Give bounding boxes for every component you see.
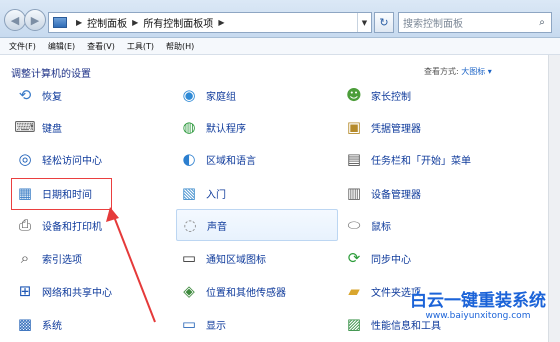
item-label: 键盘 [42,123,62,135]
menu-file[interactable]: 文件(F) [9,41,36,52]
refresh-icon: ↻ [379,16,389,29]
item-label: 位置和其他传感器 [206,287,286,299]
breadcrumb-separator-icon: ▶ [218,18,225,27]
printer-icon: ⎙ [18,216,31,234]
item-label: 网络和共享中心 [42,287,112,299]
view-by-label: 查看方式: [424,67,459,76]
performance-icon: ▨ [346,315,362,333]
speaker-icon: ◌ [183,216,197,234]
item-devices-printers[interactable]: ⎙ 设备和打印机 [14,210,102,240]
item-label: 任务栏和「开始」菜单 [371,155,471,167]
taskbar-icon: ▤ [346,150,362,168]
item-mouse[interactable]: ⬭ 鼠标 [343,210,391,240]
back-arrow-icon: ◀ [10,13,20,27]
item-keyboard[interactable]: ⌨ 键盘 [14,112,62,142]
item-display[interactable]: ▭ 显示 [178,309,226,339]
item-label: 通知区域图标 [206,254,266,266]
item-notification-icons[interactable]: ▭ 通知区域图标 [178,243,266,273]
folder-options-icon: ▰ [348,282,360,300]
menu-tools[interactable]: 工具(T) [127,41,154,52]
item-label: 区域和语言 [206,155,256,167]
menu-view[interactable]: 查看(V) [87,41,115,52]
item-default-programs[interactable]: ◍ 默认程序 [178,112,246,142]
display-icon: ▭ [181,315,197,333]
item-label: 轻松访问中心 [42,155,102,167]
network-icon: ⊞ [18,282,32,300]
breadcrumb-all-items[interactable]: 所有控制面板项 [143,15,213,30]
item-label: 默认程序 [206,123,246,135]
sensors-icon: ◈ [183,282,195,300]
item-label: 设备和打印机 [42,221,102,233]
recovery-icon: ⟲ [18,86,32,104]
watermark-url: www.baiyunxitong.com [425,311,531,321]
device-manager-icon: ▥ [346,184,362,202]
ease-of-access-icon: ◎ [18,150,32,168]
view-by: 查看方式: 大图标 ▾ [424,66,492,77]
search-placeholder: 搜索控制面板 [403,19,463,30]
breadcrumb-control-panel[interactable]: 控制面板 [87,15,127,30]
getting-started-icon: ▧ [181,184,197,202]
back-button[interactable]: ◀ [4,9,26,31]
item-sync-center[interactable]: ⟳ 同步中心 [343,243,411,273]
search-icon[interactable]: ⌕ [533,13,551,32]
item-label: 显示 [206,320,226,332]
default-programs-icon: ◍ [182,118,196,136]
homegroup-icon: ◉ [182,86,196,104]
globe-icon: ◐ [182,150,196,168]
item-getting-started[interactable]: ▧ 入门 [178,178,226,208]
item-label: 入门 [206,189,226,201]
forward-arrow-icon: ▶ [30,13,40,27]
control-panel-icon [53,17,67,28]
item-label: 凭据管理器 [371,123,421,135]
item-network-sharing[interactable]: ⊞ 网络和共享中心 [14,276,112,306]
item-label: 家庭组 [206,91,236,103]
item-region-language[interactable]: ◐ 区域和语言 [178,144,256,174]
item-sound[interactable]: ◌ 声音 [176,209,338,241]
menu-edit[interactable]: 编辑(E) [48,41,75,52]
item-location-sensors[interactable]: ◈ 位置和其他传感器 [178,276,286,306]
item-indexing-options[interactable]: ⌕ 索引选项 [14,243,82,273]
address-bar-area: ◀ ▶ ▶ 控制面板 ▶ 所有控制面板项 ▶ ▼ ↻ 搜索控制面板 ⌕ [0,0,560,38]
address-box[interactable]: ▶ 控制面板 ▶ 所有控制面板项 ▶ ▼ [48,12,372,33]
credential-manager-icon: ▣ [346,118,362,136]
item-taskbar-start-menu[interactable]: ▤ 任务栏和「开始」菜单 [343,144,471,174]
menu-bar: 文件(F) 编辑(E) 查看(V) 工具(T) 帮助(H) [0,38,560,55]
item-label: 设备管理器 [371,189,421,201]
menu-help[interactable]: 帮助(H) [166,41,194,52]
item-credential-manager[interactable]: ▣ 凭据管理器 [343,112,421,142]
notification-icons-icon: ▭ [181,249,197,267]
item-recovery[interactable]: ⟲ 恢复 [14,80,62,110]
view-by-dropdown[interactable]: 大图标 ▾ [461,67,492,76]
item-parental-controls[interactable]: ☻ 家长控制 [343,80,411,110]
parental-controls-icon: ☻ [346,86,362,104]
search-input[interactable]: 搜索控制面板 ⌕ [398,12,552,33]
breadcrumb-separator-icon: ▶ [76,18,83,27]
page-title: 调整计算机的设置 [11,69,91,80]
refresh-button[interactable]: ↻ [374,12,394,33]
keyboard-icon: ⌨ [14,118,36,136]
item-label: 鼠标 [371,221,391,233]
item-homegroup[interactable]: ◉ 家庭组 [178,80,236,110]
breadcrumb-separator-icon: ▶ [132,18,139,27]
indexing-icon: ⌕ [20,249,30,267]
forward-button[interactable]: ▶ [24,9,46,31]
item-label: 索引选项 [42,254,82,266]
highlight-box [11,178,112,210]
item-system[interactable]: ▩ 系统 [14,309,62,339]
item-ease-of-access[interactable]: ◎ 轻松访问中心 [14,144,102,174]
mouse-icon: ⬭ [347,216,361,234]
watermark: 白云一键重装系统 www.baiyunxitong.com [398,286,558,321]
sync-icon: ⟳ [347,249,361,267]
item-label: 同步中心 [371,254,411,266]
item-device-manager[interactable]: ▥ 设备管理器 [343,178,421,208]
item-label: 恢复 [42,91,62,103]
item-label: 系统 [42,320,62,332]
item-label: 家长控制 [371,91,411,103]
address-dropdown-icon[interactable]: ▼ [357,13,371,32]
system-icon: ▩ [17,315,33,333]
item-label: 声音 [207,221,227,233]
watermark-title: 白云一键重装系统 [410,291,546,311]
